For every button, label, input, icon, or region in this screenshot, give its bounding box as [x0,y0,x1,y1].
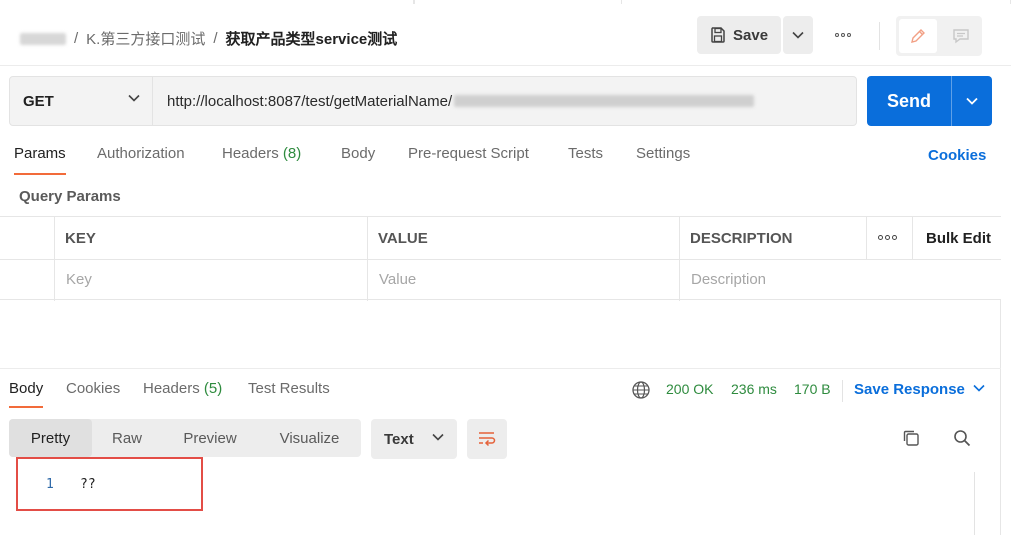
value-input[interactable]: Value [379,271,416,288]
cookies-link[interactable]: Cookies [928,147,986,164]
wrap-lines-button[interactable] [467,419,507,459]
column-header-description: DESCRIPTION [690,230,793,247]
column-header-value: VALUE [378,230,428,247]
save-options-button[interactable] [783,16,813,54]
tab-params[interactable]: Params [14,145,66,175]
breadcrumb-collection[interactable]: K.第三方接口测试 [86,28,205,49]
send-options-button[interactable] [952,76,992,126]
tab-tests[interactable]: Tests [568,145,603,162]
view-mode-toggle: Pretty Raw Preview Visualize [9,419,361,457]
response-headers-count: (5) [203,380,223,397]
view-pretty-button[interactable]: Pretty [9,419,92,457]
toolbar-divider [879,22,880,50]
view-raw-button[interactable]: Raw [92,419,162,457]
response-pane-divider[interactable] [0,368,1001,369]
tab-headers[interactable]: Headers (8) [222,145,301,162]
breadcrumb-separator: / [74,30,79,47]
response-tab-cookies[interactable]: Cookies [66,380,120,397]
response-tab-body[interactable]: Body [9,380,44,408]
documentation-toggle [896,16,982,56]
view-visualize-button[interactable]: Visualize [258,419,361,457]
bulk-edit-button[interactable]: Bulk Edit [926,230,991,247]
description-input[interactable]: Description [691,271,766,288]
tab-authorization[interactable]: Authorization [97,145,185,162]
line-number: 1 [46,477,54,492]
breadcrumb: / K.第三方接口测试 / 获取产品类型service测试 [20,28,397,49]
format-value: Text [384,430,414,448]
response-body-editor[interactable]: 1 ?? [16,457,203,511]
response-body-line: ?? [80,477,96,492]
column-divider [679,217,680,301]
table-row-divider [0,259,1001,260]
pencil-icon[interactable] [899,19,937,53]
status-code[interactable]: 200 OK [666,381,713,397]
workspace-name-redacted[interactable] [20,32,66,45]
column-divider [367,217,368,301]
query-params-title: Query Params [19,188,121,205]
query-params-table: KEY VALUE DESCRIPTION Bulk Edit Key Valu… [0,216,1001,301]
column-divider [912,217,913,259]
editor-scrollbar[interactable] [974,472,975,535]
send-button[interactable]: Send [867,76,951,126]
chevron-down-icon[interactable] [973,384,985,392]
format-select[interactable]: Text [371,419,457,459]
headers-count: (8) [282,145,302,162]
http-method-select[interactable]: GET [9,76,153,126]
tab-settings[interactable]: Settings [636,145,690,162]
status-divider [842,380,843,402]
url-value: http://localhost:8087/test/getMaterialNa… [167,92,453,110]
chevron-down-icon [966,97,978,105]
chevron-down-icon [432,433,444,441]
tab-body[interactable]: Body [341,145,375,162]
response-tab-headers[interactable]: Headers (5) [143,380,222,397]
tab-pre-request-script[interactable]: Pre-request Script [408,145,529,162]
column-divider [866,217,867,259]
send-button-group: Send [867,76,992,126]
copy-icon[interactable] [901,428,921,448]
save-response-button[interactable]: Save Response [854,381,965,398]
more-horizontal-icon[interactable] [829,23,857,47]
view-preview-button[interactable]: Preview [162,419,258,457]
column-header-key: KEY [65,230,96,247]
column-divider [54,217,55,301]
globe-icon[interactable] [631,380,651,400]
save-disk-icon [711,27,725,43]
breadcrumb-separator: / [213,30,218,47]
comment-icon[interactable] [944,19,978,53]
key-input[interactable]: Key [66,271,92,288]
response-size[interactable]: 170 B [794,381,831,397]
save-button[interactable]: Save [697,16,781,54]
chevron-down-icon [792,31,804,39]
request-name[interactable]: 获取产品类型service测试 [226,28,398,49]
search-icon[interactable] [952,428,972,448]
chevron-down-icon [128,94,140,102]
wrap-lines-icon [479,432,496,447]
response-tab-test-results[interactable]: Test Results [248,380,330,397]
http-method-value: GET [23,92,54,110]
column-options-icon[interactable] [878,235,897,240]
url-input[interactable]: http://localhost:8087/test/getMaterialNa… [153,76,857,126]
request-header: / K.第三方接口测试 / 获取产品类型service测试 Save [0,4,1011,66]
save-button-label: Save [733,26,769,44]
url-path-redacted [454,95,755,107]
pane-border [1000,300,1001,535]
response-time[interactable]: 236 ms [731,381,777,397]
